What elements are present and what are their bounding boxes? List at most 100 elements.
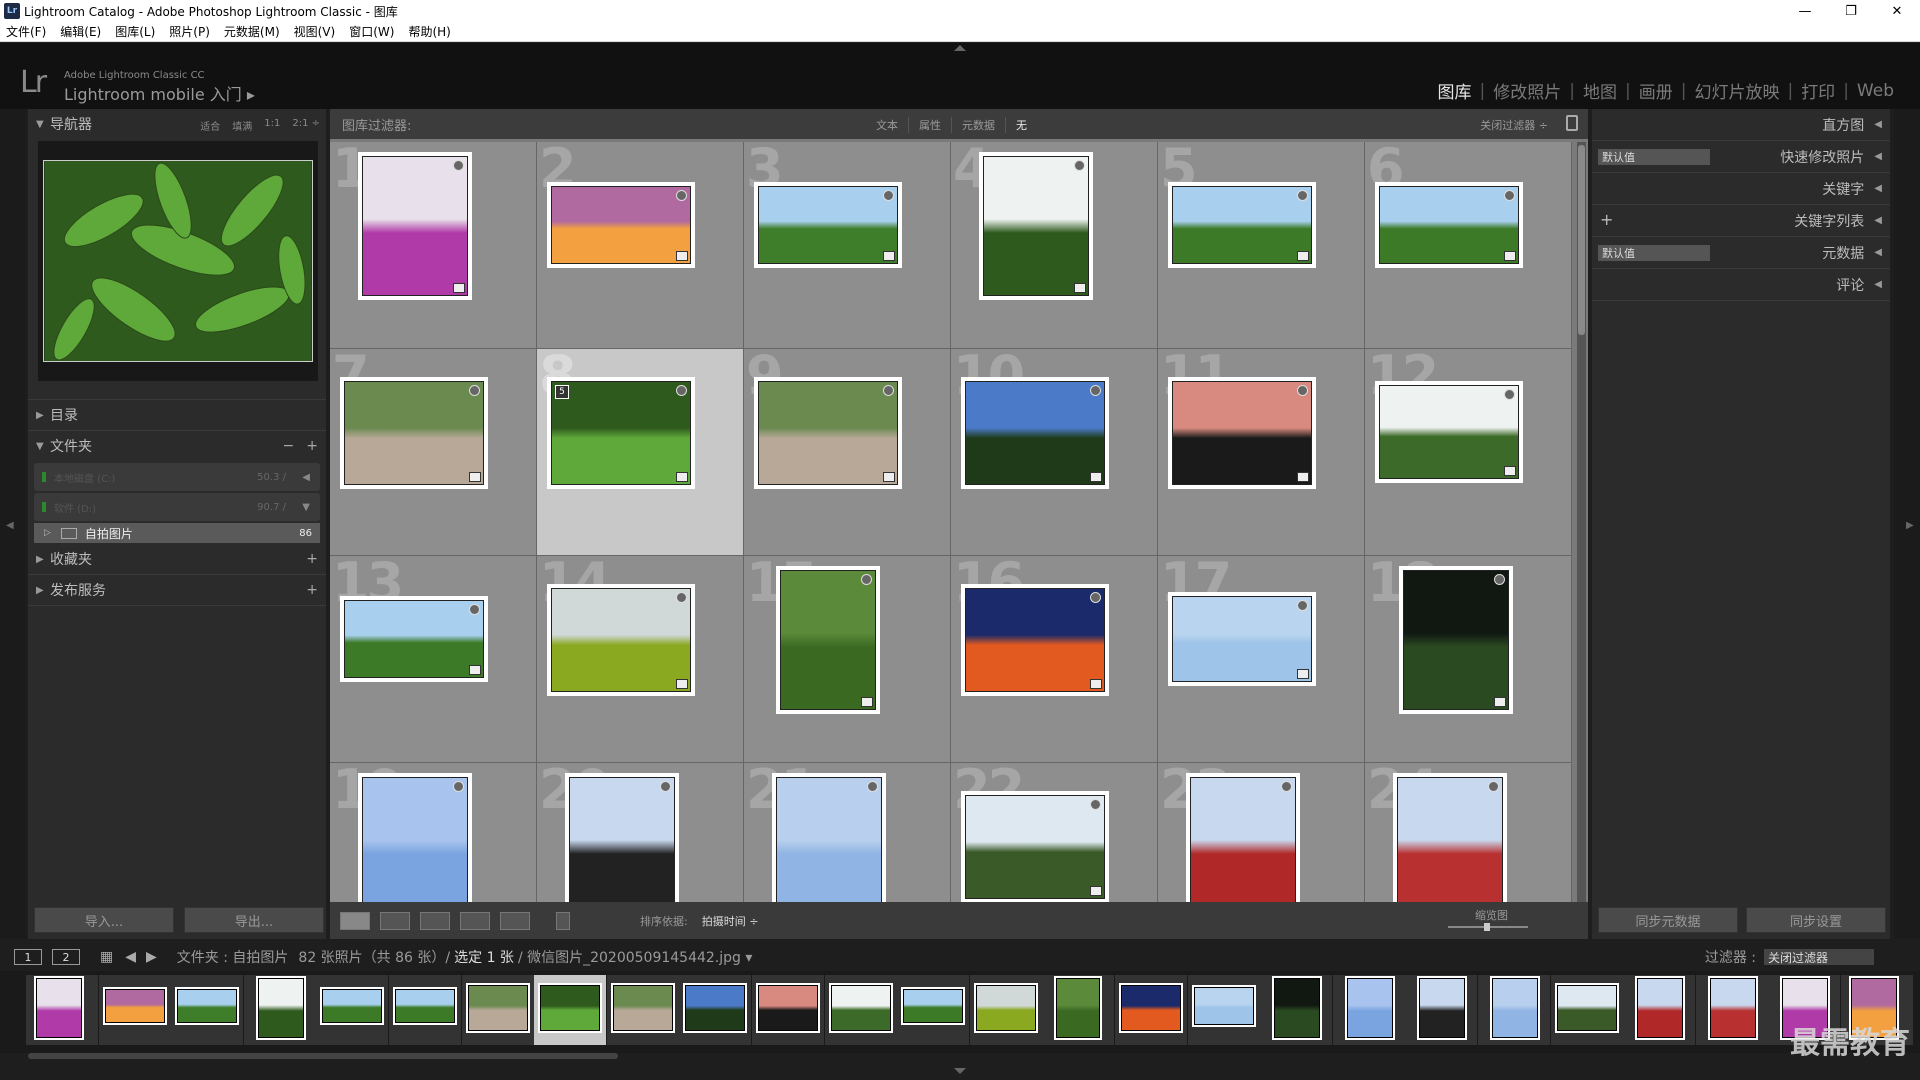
filmstrip-thumbnail[interactable]	[34, 976, 84, 1040]
publish-header[interactable]: ▶ 发布服务 +	[28, 575, 326, 605]
collections-header[interactable]: ▶ 收藏夹 +	[28, 544, 326, 574]
filmstrip-cell[interactable]	[98, 975, 171, 1045]
filmstrip-thumbnail[interactable]	[610, 983, 675, 1033]
quick-collection-icon[interactable]	[1074, 160, 1085, 171]
stack-count-badge[interactable]: 5	[555, 385, 569, 399]
grid-cell[interactable]: 7	[330, 349, 537, 556]
plus-icon[interactable]: +	[306, 582, 318, 598]
filmstrip-cell[interactable]	[534, 975, 607, 1045]
photo-thumbnail[interactable]	[340, 596, 488, 682]
filmstrip-cell[interactable]	[752, 975, 824, 1045]
filmstrip-cell[interactable]	[1332, 975, 1405, 1045]
quick-collection-icon[interactable]	[453, 160, 464, 171]
filmstrip-cell[interactable]	[1260, 975, 1333, 1045]
source-path[interactable]: 文件夹 : 自拍图片	[177, 947, 289, 967]
quick-collection-icon[interactable]	[1297, 190, 1308, 201]
quick-collection-icon[interactable]	[469, 385, 480, 396]
quick-collection-icon[interactable]	[1504, 389, 1515, 400]
grid-cell[interactable]: 9	[744, 349, 951, 556]
menu-window[interactable]: 窗口(W)	[349, 23, 394, 40]
top-panel-toggle-icon[interactable]	[954, 45, 966, 51]
thumbnail-size-slider[interactable]	[1448, 923, 1528, 931]
photo-thumbnail[interactable]	[961, 791, 1109, 902]
minimize-button[interactable]: —	[1782, 0, 1828, 22]
scrollbar-thumb[interactable]	[1578, 145, 1585, 335]
filmstrip-cell[interactable]	[897, 975, 970, 1045]
filmstrip-cell[interactable]	[1695, 975, 1768, 1045]
filmstrip-thumbnail[interactable]	[255, 976, 306, 1040]
left-panel-toggle-icon[interactable]: ◀	[6, 520, 14, 531]
plus-icon[interactable]: +	[1600, 210, 1613, 229]
filmstrip-cell[interactable]	[1187, 975, 1260, 1045]
quick-collection-icon[interactable]	[660, 781, 671, 792]
filmstrip-cell[interactable]	[824, 975, 897, 1045]
menu-view[interactable]: 视图(V)	[294, 23, 336, 40]
filmstrip-thumbnail[interactable]	[175, 987, 240, 1025]
filmstrip-thumbnail[interactable]	[393, 987, 457, 1025]
photo-thumbnail[interactable]	[961, 584, 1109, 696]
filmstrip-scrollbar[interactable]	[28, 1053, 618, 1059]
grid-cell[interactable]: 21	[744, 763, 951, 902]
filmstrip-cell[interactable]	[1405, 975, 1478, 1045]
filter-tab-metadata[interactable]: 元数据	[952, 117, 1006, 133]
module-develop[interactable]: 修改照片	[1485, 78, 1569, 103]
filmstrip-thumbnail[interactable]	[320, 987, 385, 1025]
survey-view-icon[interactable]	[460, 911, 490, 930]
grid-cell[interactable]: 15	[744, 556, 951, 763]
folders-header[interactable]: ▼ 文件夹 − +	[28, 431, 326, 461]
navigator-header[interactable]: ▼ 导航器 适合 填满 1:1 2:1 ÷	[28, 109, 326, 139]
grid-cell[interactable]: 19	[330, 763, 537, 902]
filmstrip-thumbnail[interactable]	[1707, 976, 1758, 1040]
folder-item-selfies[interactable]: ▷ 自拍图片 86	[34, 523, 320, 543]
filmstrip-cell[interactable]	[26, 975, 98, 1045]
filmstrip-thumbnail[interactable]	[828, 983, 893, 1033]
photo-thumbnail[interactable]	[565, 773, 679, 902]
quick-collection-icon[interactable]	[453, 781, 464, 792]
lock-icon[interactable]	[1566, 115, 1578, 131]
grid-cell[interactable]: 1	[330, 142, 537, 349]
photo-thumbnail[interactable]: 5	[547, 377, 695, 489]
photo-thumbnail[interactable]	[547, 182, 695, 268]
photo-thumbnail[interactable]	[1168, 592, 1316, 686]
filmstrip-thumbnail[interactable]	[1119, 983, 1183, 1033]
quick-collection-icon[interactable]	[1494, 574, 1505, 585]
filmstrip-thumbnail[interactable]	[102, 987, 167, 1025]
grid-cell[interactable]: 13	[330, 556, 537, 763]
filmstrip-cell[interactable]	[1550, 975, 1623, 1045]
quick-collection-icon[interactable]	[1090, 799, 1101, 810]
filmstrip-thumbnail[interactable]	[901, 987, 966, 1025]
maximize-button[interactable]: ❐	[1828, 0, 1874, 22]
photo-thumbnail[interactable]	[1168, 377, 1316, 489]
grid-cell[interactable]: 14	[537, 556, 744, 763]
plus-icon[interactable]: +	[306, 438, 318, 454]
photo-thumbnail[interactable]	[1375, 381, 1523, 483]
filmstrip-cell[interactable]	[461, 975, 534, 1045]
volume-d[interactable]: 软件 (D:) 90.7 / ▼	[34, 493, 320, 521]
filmstrip-thumbnail[interactable]	[683, 983, 748, 1033]
quick-collection-icon[interactable]	[1297, 600, 1308, 611]
quick-collection-icon[interactable]	[676, 592, 687, 603]
grid-cell[interactable]: 23	[1158, 763, 1365, 902]
grid-view-icon[interactable]	[340, 911, 370, 930]
slider-knob[interactable]	[1484, 923, 1490, 931]
module-library[interactable]: 图库	[1430, 78, 1480, 103]
quick-collection-icon[interactable]	[1090, 592, 1101, 603]
bottom-panel-toggle-icon[interactable]	[954, 1068, 966, 1074]
forward-arrow-icon[interactable]: ▶	[146, 949, 157, 965]
photo-thumbnail[interactable]	[340, 377, 488, 489]
grid-cell[interactable]: 10	[951, 349, 1158, 556]
metadata-preset-select[interactable]: 默认值	[1598, 245, 1710, 261]
filmstrip-cell[interactable]	[679, 975, 752, 1045]
painter-icon[interactable]	[556, 911, 570, 930]
photo-thumbnail[interactable]	[547, 584, 695, 696]
navigator-preview[interactable]	[38, 141, 318, 381]
quick-collection-icon[interactable]	[861, 574, 872, 585]
back-arrow-icon[interactable]: ◀	[125, 949, 136, 965]
identity-plate-mobile[interactable]: Lightroom mobile 入门 ▸	[64, 81, 255, 105]
quick-collection-icon[interactable]	[676, 385, 687, 396]
nav-1to1[interactable]: 1:1	[264, 118, 280, 133]
sync-settings-button[interactable]: 同步设置	[1746, 907, 1886, 933]
module-print[interactable]: 打印	[1793, 78, 1843, 103]
nav-fill[interactable]: 填满	[232, 118, 252, 133]
filmstrip-thumbnail[interactable]	[1344, 976, 1395, 1040]
